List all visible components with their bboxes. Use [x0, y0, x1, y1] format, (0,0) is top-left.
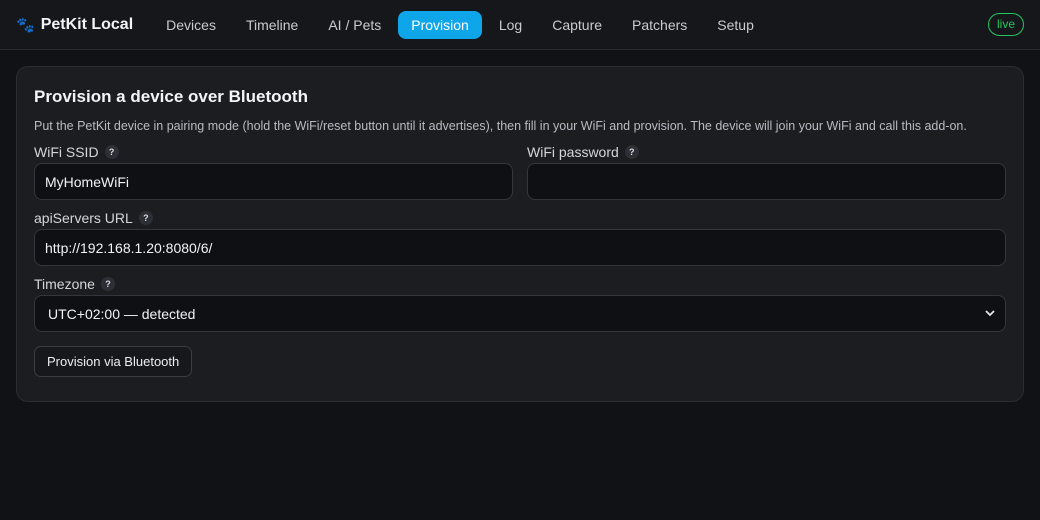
ssid-label: WiFi SSID: [34, 144, 99, 160]
help-icon[interactable]: ?: [100, 277, 115, 291]
status-badge: live: [987, 13, 1024, 36]
ssid-input[interactable]: MyHomeWiFi: [34, 163, 513, 200]
provision-button[interactable]: Provision via Bluetooth: [34, 346, 193, 377]
brand[interactable]: 🐾 PetKit Local: [16, 16, 133, 34]
help-icon[interactable]: ?: [138, 211, 153, 225]
card-description: Put the PetKit device in pairing mode (h…: [34, 119, 967, 133]
paw-icon: 🐾: [16, 16, 35, 34]
timezone-label: Timezone: [34, 276, 95, 292]
card-title: Provision a device over Bluetooth: [34, 87, 308, 106]
help-icon[interactable]: ?: [624, 145, 639, 159]
password-label: WiFi password: [527, 144, 619, 160]
password-field: WiFi password ?: [527, 144, 1006, 200]
nav-patchers[interactable]: Patchers: [619, 11, 700, 39]
main-nav: Devices Timeline AI / Pets Provision Log…: [153, 10, 767, 39]
provision-card: Provision a device over Bluetooth Put th…: [16, 66, 1024, 402]
help-icon[interactable]: ?: [104, 145, 119, 159]
api-url-label: apiServers URL: [34, 210, 133, 226]
nav-ai-pets[interactable]: AI / Pets: [315, 11, 394, 39]
timezone-field: Timezone ? UTC+02:00 — detected: [34, 276, 1006, 332]
timezone-select[interactable]: UTC+02:00 — detected: [34, 295, 1006, 332]
password-input[interactable]: [527, 163, 1006, 200]
nav-setup[interactable]: Setup: [704, 11, 767, 39]
top-nav-bar: 🐾 PetKit Local Devices Timeline AI / Pet…: [0, 0, 1040, 50]
nav-capture[interactable]: Capture: [539, 11, 615, 39]
nav-devices[interactable]: Devices: [153, 11, 229, 39]
api-url-input[interactable]: http://192.168.1.20:8080/6/: [34, 229, 1006, 266]
chevron-down-icon: [985, 308, 995, 320]
nav-timeline[interactable]: Timeline: [233, 11, 311, 39]
nav-provision[interactable]: Provision: [398, 10, 482, 39]
nav-log[interactable]: Log: [486, 11, 535, 39]
api-url-field: apiServers URL ? http://192.168.1.20:808…: [34, 210, 1006, 266]
timezone-value: UTC+02:00 — detected: [48, 305, 196, 322]
ssid-field: WiFi SSID ? MyHomeWiFi: [34, 144, 513, 200]
app-title: PetKit Local: [40, 15, 134, 33]
